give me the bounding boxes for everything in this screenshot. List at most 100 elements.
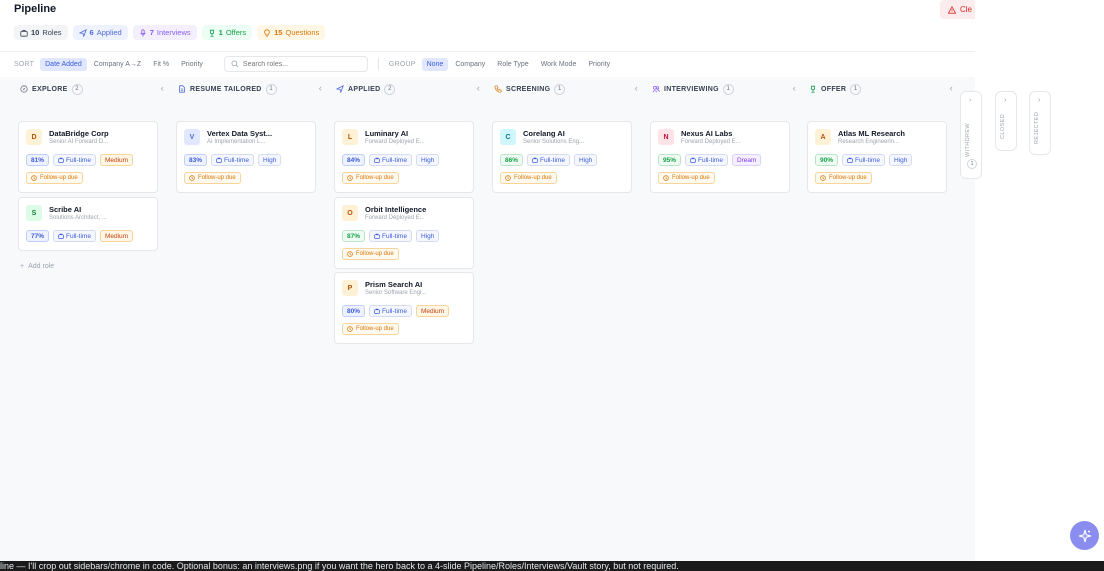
- pipeline-header: Pipeline Cle 10 Roles 6 Applied 7 Interv…: [0, 0, 975, 52]
- role-card[interactable]: D DataBridge Corp Senior AI Forward D...…: [18, 121, 158, 193]
- fit-badge: 95%: [658, 154, 682, 166]
- expand-icon[interactable]: ›: [1038, 97, 1040, 104]
- followup-badge: Follow-up due: [342, 323, 399, 335]
- clock-icon: [820, 175, 826, 181]
- group-option-company[interactable]: Company: [450, 58, 490, 71]
- add-role-button[interactable]: + Add role: [20, 263, 54, 270]
- role-title: Research Engineerin...: [838, 139, 900, 145]
- priority-badge: Medium: [99, 230, 134, 242]
- type-badge: Full-time: [369, 230, 412, 242]
- expand-icon[interactable]: ›: [969, 97, 971, 104]
- stat-interviews[interactable]: 7 Interviews: [132, 25, 197, 40]
- role-card[interactable]: P Prism Search AI Senior Software Engi..…: [334, 272, 474, 344]
- stat-interviews-label: Interviews: [156, 28, 191, 37]
- phone-icon: [494, 85, 502, 93]
- group-option-work-mode[interactable]: Work Mode: [536, 58, 582, 71]
- priority-badge: High: [573, 154, 598, 166]
- column-header: EXPLORE 2 ‹: [18, 77, 166, 101]
- column-title: EXPLORE: [32, 85, 68, 93]
- clear-button[interactable]: Cle: [940, 0, 975, 19]
- stat-interviews-count: 7: [149, 28, 154, 37]
- assistant-fab-button[interactable]: [1070, 521, 1099, 550]
- briefcase-icon: [374, 157, 380, 163]
- role-card[interactable]: N Nexus AI Labs Forward Deployed E... 95…: [650, 121, 790, 193]
- collapse-icon[interactable]: ‹: [319, 83, 322, 93]
- briefcase-icon: [374, 233, 380, 239]
- column-count: 1: [850, 83, 862, 95]
- group-option-priority[interactable]: Priority: [583, 58, 615, 71]
- sort-option-fit[interactable]: Fit %: [148, 58, 174, 71]
- priority-badge: High: [415, 154, 440, 166]
- stat-questions[interactable]: 15 Questions: [257, 25, 326, 40]
- role-card[interactable]: O Orbit Intelligence Forward Deployed E.…: [334, 197, 474, 269]
- column-offer: OFFER 1 ‹ A Atlas ML Research Research E…: [807, 77, 955, 197]
- type-label: Full-time: [382, 232, 407, 240]
- send-icon: [336, 85, 344, 93]
- clock-icon: [31, 175, 37, 181]
- followup-badge: Follow-up due: [26, 172, 83, 184]
- type-label: Full-time: [698, 156, 723, 164]
- stat-questions-label: Questions: [285, 28, 320, 37]
- collapse-icon[interactable]: ‹: [635, 83, 638, 93]
- role-card[interactable]: A Atlas ML Research Research Engineerin.…: [807, 121, 947, 193]
- stat-applied-count: 6: [89, 28, 94, 37]
- role-title: Senior Solutions Eng...: [523, 139, 585, 145]
- type-badge: Full-time: [53, 154, 96, 166]
- sort-option-date-added[interactable]: Date Added: [40, 57, 87, 71]
- role-title: AI Implementation L...: [207, 139, 266, 145]
- fit-badge: 87%: [342, 230, 366, 242]
- collapsed-column-title: REJECTED: [1034, 111, 1040, 145]
- stat-applied[interactable]: 6 Applied: [72, 25, 128, 40]
- stat-roles[interactable]: 10 Roles: [14, 25, 68, 40]
- search-input[interactable]: [242, 60, 358, 68]
- group-option-none[interactable]: None: [421, 57, 449, 71]
- sort-option-company[interactable]: Company A→Z: [89, 58, 146, 71]
- followup-label: Follow-up due: [198, 175, 236, 181]
- collapsed-column-withdrew[interactable]: › WITHDREW 1: [960, 91, 982, 179]
- type-label: Full-time: [224, 156, 249, 164]
- card-badges: 86% Full-time High: [500, 154, 598, 166]
- stat-offers[interactable]: 1 Offers: [201, 25, 253, 40]
- group-option-role-type[interactable]: Role Type: [492, 58, 533, 71]
- search-box: [223, 56, 368, 72]
- role-card[interactable]: C Corelang AI Senior Solutions Eng... 86…: [492, 121, 632, 193]
- company-name: Vertex Data Syst...: [207, 129, 273, 138]
- card-badges: 84% Full-time High: [342, 154, 440, 166]
- company-avatar: L: [342, 129, 358, 145]
- role-card[interactable]: L Luminary AI Forward Deployed E... 84% …: [334, 121, 474, 193]
- sort-option-priority[interactable]: Priority: [176, 58, 208, 71]
- role-title: Senior Software Engi...: [365, 290, 427, 296]
- role-card[interactable]: V Vertex Data Syst... AI Implementation …: [176, 121, 316, 193]
- company-name: Atlas ML Research: [838, 129, 905, 138]
- followup-label: Follow-up due: [356, 251, 394, 257]
- briefcase-icon: [216, 157, 222, 163]
- followup-badge: Follow-up due: [342, 248, 399, 260]
- collapse-icon[interactable]: ‹: [950, 83, 953, 93]
- fit-badge: 81%: [26, 154, 50, 166]
- collapse-icon[interactable]: ‹: [477, 83, 480, 93]
- briefcase-icon: [58, 233, 64, 239]
- collapse-icon[interactable]: ‹: [161, 83, 164, 93]
- search-icon: [231, 60, 239, 68]
- type-badge: Full-time: [842, 154, 885, 166]
- type-label: Full-time: [382, 156, 407, 164]
- fit-badge: 84%: [342, 154, 366, 166]
- company-name: Nexus AI Labs: [681, 129, 733, 138]
- collapsed-column-closed[interactable]: › CLOSED: [995, 91, 1017, 151]
- toolbar: SORT Date Added Company A→Z Fit % Priori…: [0, 52, 975, 76]
- expand-icon[interactable]: ›: [1004, 97, 1006, 104]
- company-avatar: D: [26, 129, 42, 145]
- role-card[interactable]: S Scribe AI Solutions Architect, ... 77%…: [18, 197, 158, 251]
- trophy-icon: [209, 29, 214, 37]
- priority-badge: High: [888, 154, 913, 166]
- trophy-icon: [811, 85, 815, 93]
- company-avatar: O: [342, 205, 358, 221]
- followup-badge: Follow-up due: [500, 172, 557, 184]
- users-icon: [652, 86, 660, 93]
- stat-roles-label: Roles: [42, 28, 62, 37]
- collapse-icon[interactable]: ‹: [793, 83, 796, 93]
- stat-offers-label: Offers: [225, 28, 247, 37]
- card-badges: 90% Full-time High: [815, 154, 913, 166]
- column-count: 2: [71, 83, 83, 95]
- collapsed-column-rejected[interactable]: › REJECTED: [1029, 91, 1051, 155]
